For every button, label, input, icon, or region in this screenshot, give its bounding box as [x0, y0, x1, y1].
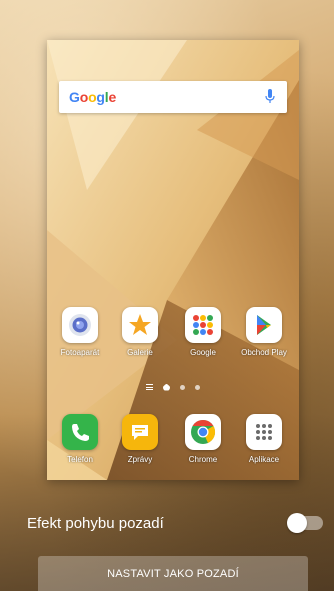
app-phone[interactable]: Telefon — [50, 414, 110, 474]
microphone-icon[interactable] — [265, 89, 275, 105]
app-apps-drawer[interactable]: Aplikace — [234, 414, 294, 474]
google-logo: Google — [69, 89, 117, 105]
app-chrome[interactable]: Chrome — [173, 414, 233, 474]
home-app-row: Fotoaparát Galerie Google Obchod Play — [47, 307, 299, 367]
page-indicator — [47, 382, 299, 392]
set-as-wallpaper-button[interactable]: NASTAVIT JAKO POZADÍ — [38, 556, 308, 591]
menu-indicator-icon — [146, 384, 153, 390]
app-label: Aplikace — [248, 455, 280, 464]
page-dot — [180, 384, 185, 390]
play-store-icon — [246, 307, 282, 343]
dock-app-row: Telefon Zprávy Chrome Aplikace — [47, 414, 299, 474]
toggle-knob — [287, 513, 307, 533]
app-label: Galerie — [127, 348, 153, 357]
camera-icon — [62, 307, 98, 343]
messages-icon — [122, 414, 158, 450]
app-messages[interactable]: Zprávy — [110, 414, 170, 474]
app-camera[interactable]: Fotoaparát — [50, 307, 110, 367]
motion-effect-label: Efekt pohybu pozadí — [27, 514, 164, 532]
app-label: Obchod Play — [241, 348, 287, 357]
page-dot — [195, 384, 200, 390]
app-label: Telefon — [67, 455, 93, 464]
gallery-icon — [122, 307, 158, 343]
wallpaper-preview: Google Fotoaparát Galerie Google Obchod … — [47, 40, 299, 480]
motion-effect-setting[interactable]: Efekt pohybu pozadí — [27, 510, 323, 536]
app-label: Fotoaparát — [60, 348, 100, 357]
motion-effect-toggle[interactable] — [287, 513, 323, 533]
chrome-icon — [185, 414, 221, 450]
app-label: Google — [190, 348, 216, 357]
app-label: Chrome — [188, 455, 218, 464]
google-folder-icon — [185, 307, 221, 343]
google-search-widget[interactable]: Google — [59, 81, 287, 113]
app-play-store[interactable]: Obchod Play — [234, 307, 294, 367]
phone-icon — [62, 414, 98, 450]
app-google-folder[interactable]: Google — [173, 307, 233, 367]
home-page-icon — [163, 383, 170, 391]
apps-grid-icon — [246, 414, 282, 450]
app-gallery[interactable]: Galerie — [110, 307, 170, 367]
app-label: Zprávy — [127, 455, 153, 464]
